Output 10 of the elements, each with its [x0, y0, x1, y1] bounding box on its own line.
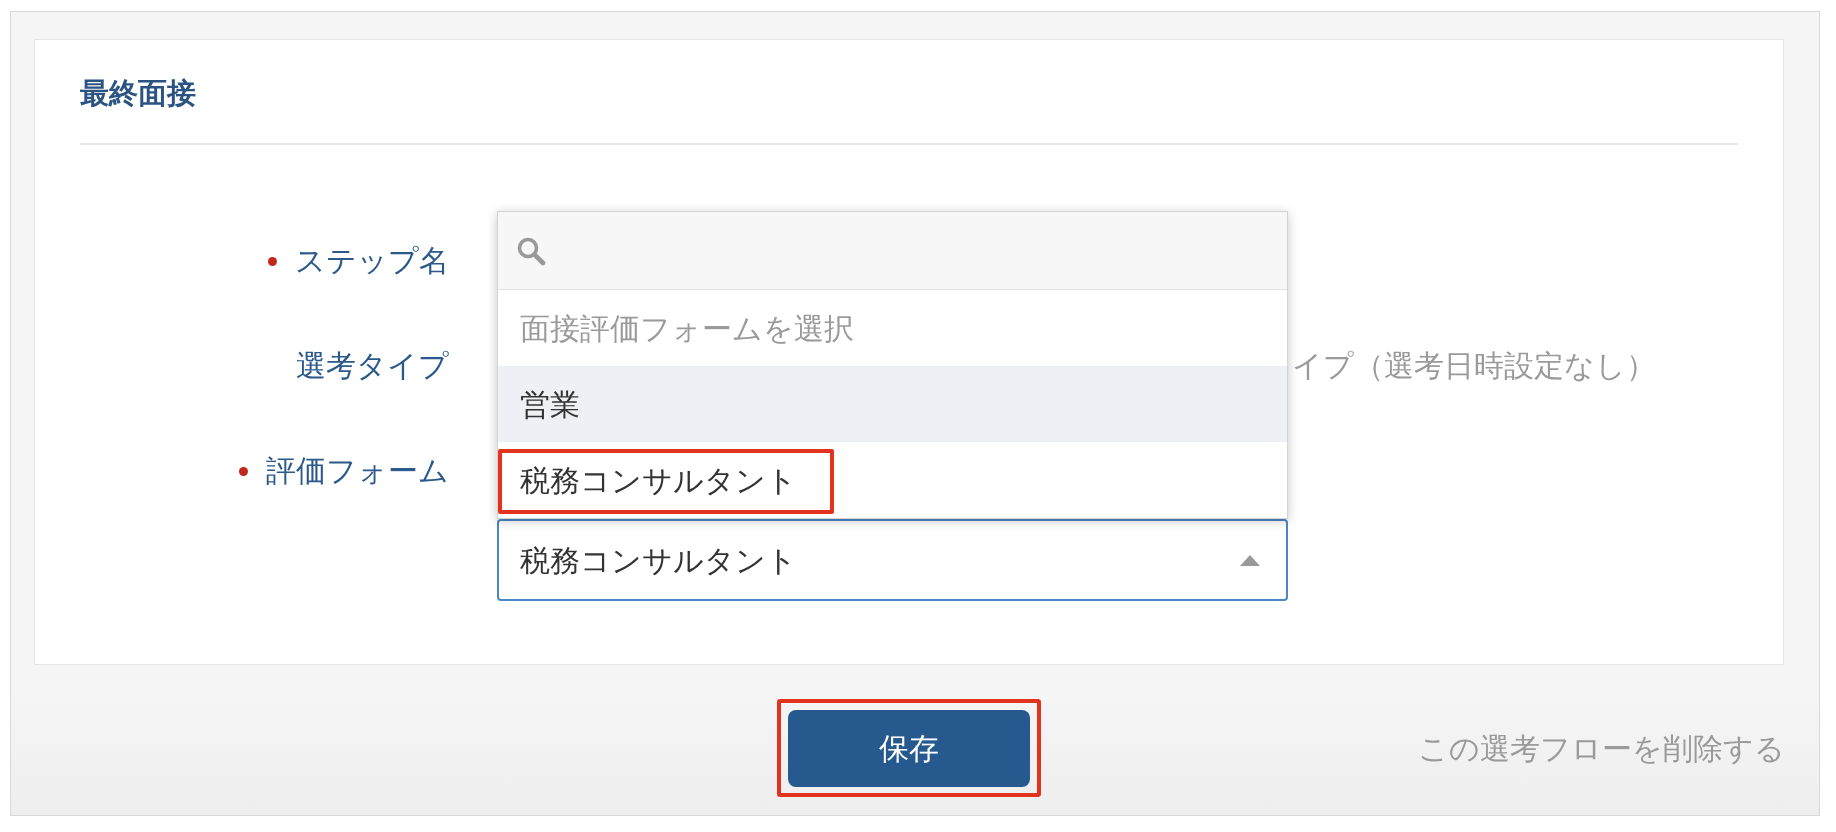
save-button[interactable]: 保存	[788, 710, 1030, 787]
dropdown-option[interactable]: 営業	[498, 366, 1287, 442]
field-label: 評価フォーム	[266, 456, 449, 486]
dropdown-option[interactable]: 税務コンサルタント	[498, 442, 1287, 518]
select-field[interactable]: 税務コンサルタント	[497, 519, 1288, 601]
section-title: 最終面接	[80, 76, 196, 111]
search-field[interactable]	[498, 212, 1287, 290]
field-label: 選考タイプ	[296, 351, 449, 381]
field-label: ステップ名	[295, 246, 449, 276]
search-icon	[516, 235, 546, 266]
